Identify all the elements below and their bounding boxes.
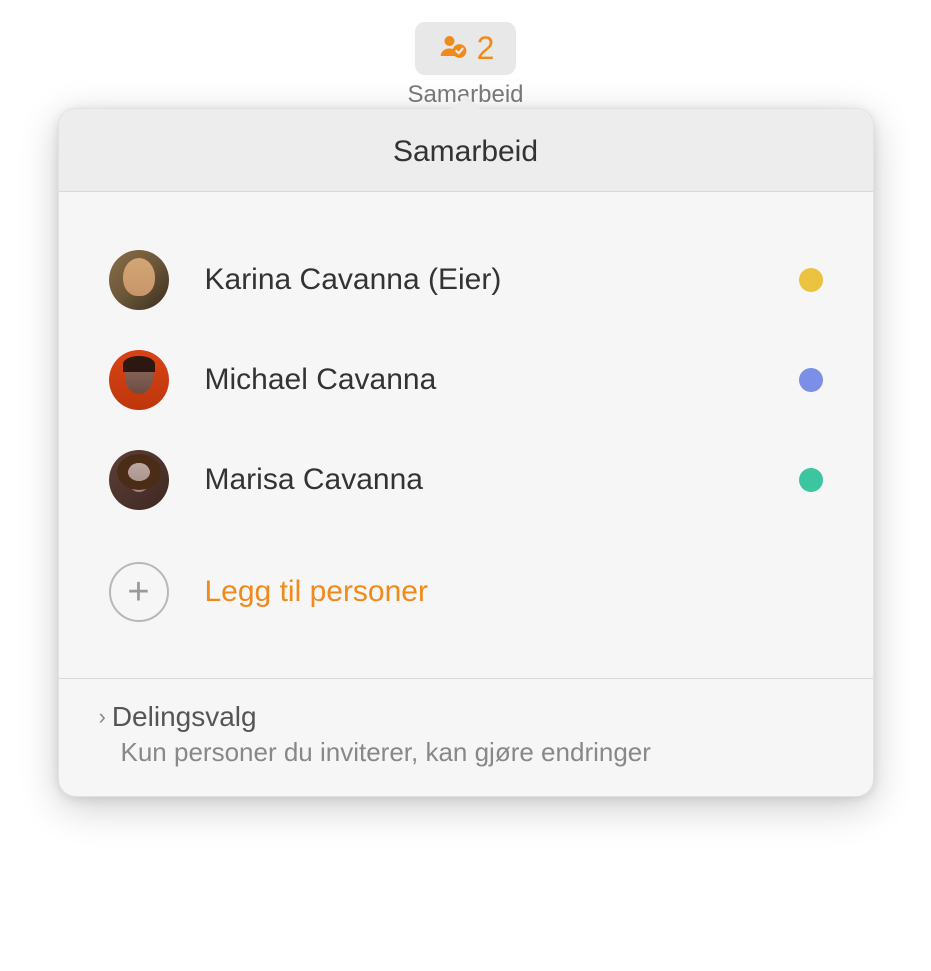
collaboration-button-badge: 2 — [415, 22, 517, 75]
participant-row[interactable]: Michael Cavanna — [109, 330, 823, 430]
chevron-right-icon: › — [99, 704, 106, 730]
sharing-options-header: › Delingsvalg — [99, 701, 833, 733]
collaboration-count: 2 — [477, 30, 495, 67]
participant-name: Marisa Cavanna — [205, 463, 763, 497]
participant-name: Karina Cavanna (Eier) — [205, 263, 763, 297]
plus-icon: + — [109, 562, 169, 622]
person-checkmark-icon — [437, 31, 467, 66]
participant-row[interactable]: Karina Cavanna (Eier) — [109, 230, 823, 330]
add-people-button[interactable]: + Legg til personer — [109, 530, 823, 658]
collaboration-popover: Samarbeid Karina Cavanna (Eier) Michael … — [58, 108, 874, 797]
popover-title: Samarbeid — [59, 135, 873, 169]
avatar — [109, 450, 169, 510]
participants-list: Karina Cavanna (Eier) Michael Cavanna Ma… — [59, 192, 873, 678]
add-people-label: Legg til personer — [205, 575, 428, 609]
status-dot-icon — [799, 468, 823, 492]
participant-name: Michael Cavanna — [205, 363, 763, 397]
sharing-options-description: Kun personer du inviterer, kan gjøre end… — [121, 737, 833, 768]
sharing-options-title: Delingsvalg — [112, 701, 257, 733]
status-dot-icon — [799, 368, 823, 392]
avatar — [109, 250, 169, 310]
status-dot-icon — [799, 268, 823, 292]
popover-arrow — [450, 95, 482, 111]
participant-row[interactable]: Marisa Cavanna — [109, 430, 823, 530]
avatar — [109, 350, 169, 410]
popover-header: Samarbeid — [59, 109, 873, 192]
sharing-options-button[interactable]: › Delingsvalg Kun personer du inviterer,… — [59, 678, 873, 796]
